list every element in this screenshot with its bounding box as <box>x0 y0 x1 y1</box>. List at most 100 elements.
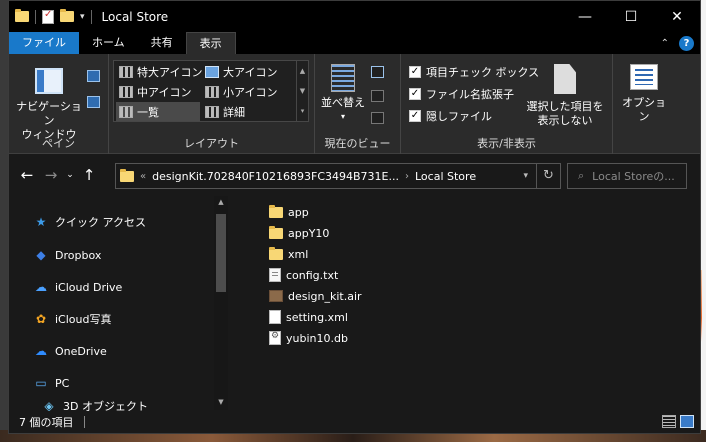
navigation-pane-scrollbar[interactable]: ▲ ▼ <box>214 196 228 410</box>
sort-by-label: 並べ替え <box>321 96 365 109</box>
checkbox-checked-icon[interactable]: ✓ <box>409 66 421 78</box>
scrollbar-thumb[interactable] <box>216 214 226 292</box>
content-area: ★ クイック アクセス ◆ Dropbox ☁ iCloud Drive ✿ i… <box>9 196 700 413</box>
layout-item-label: 中アイコン <box>137 85 192 99</box>
details-pane-icon[interactable] <box>87 96 100 108</box>
sidebar-item-pc[interactable]: ▭ PC <box>33 373 69 393</box>
group-options: オプション <box>613 54 675 154</box>
window-title: Local Store <box>101 9 169 24</box>
up-arrow-icon[interactable]: ↑ <box>77 166 101 184</box>
layout-item-label: 特大アイコン <box>137 65 203 79</box>
layout-details[interactable]: 詳細 <box>202 102 245 121</box>
toolbar-divider <box>35 9 36 24</box>
item-checkboxes-toggle[interactable]: ✓ 項目チェック ボックス <box>409 64 539 80</box>
large-icons-view-icon[interactable] <box>680 415 694 428</box>
list-item[interactable]: yubin10.db <box>269 329 348 347</box>
customize-toolbar-chevron-icon[interactable]: ▾ <box>80 12 85 22</box>
scroll-up-icon[interactable]: ▲ <box>214 198 228 206</box>
breadcrumb-separator[interactable]: › <box>405 171 409 182</box>
sidebar-item-icloud-drive[interactable]: ☁ iCloud Drive <box>33 277 122 297</box>
sidebar-item-onedrive[interactable]: ☁ OneDrive <box>33 341 107 361</box>
sidebar-item-dropbox[interactable]: ◆ Dropbox <box>33 245 101 265</box>
forward-arrow-icon[interactable]: → <box>39 166 63 184</box>
dropbox-icon: ◆ <box>36 248 46 262</box>
hide-selected-items-button[interactable]: 選択した項目を 表示しない <box>523 64 607 128</box>
layout-list[interactable]: 一覧 <box>116 102 200 121</box>
options-button[interactable]: オプション <box>619 64 669 124</box>
list-item[interactable]: app <box>269 203 309 221</box>
file-extensions-toggle[interactable]: ✓ ファイル名拡張子 <box>409 86 514 102</box>
details-view-icon[interactable] <box>662 415 676 428</box>
checkbox-checked-icon[interactable]: ✓ <box>409 88 421 100</box>
hidden-items-toggle[interactable]: ✓ 隠しファイル <box>409 108 492 124</box>
minimize-button[interactable]: — <box>562 1 608 32</box>
group-by-icon[interactable] <box>371 66 384 78</box>
sidebar-item-quick-access[interactable]: ★ クイック アクセス <box>33 212 146 232</box>
breadcrumb-overflow[interactable]: « <box>140 171 146 182</box>
navigation-pane-button[interactable]: ナビゲーション ウィンドウ <box>13 68 85 142</box>
recent-locations-chevron-icon[interactable]: ⌄ <box>63 170 77 180</box>
properties-icon[interactable] <box>42 9 54 24</box>
status-bar: 7 個の項目 <box>9 411 700 433</box>
layout-item-label: 小アイコン <box>223 85 278 99</box>
layout-medium-icons[interactable]: 中アイコン <box>116 82 191 101</box>
file-name: setting.xml <box>286 310 348 324</box>
folder-icon <box>15 9 29 22</box>
explorer-window: ▾ Local Store — ☐ ✕ ファイル ホーム 共有 表示 ⌃ ? ナ… <box>8 0 701 434</box>
breadcrumb-segment-current[interactable]: Local Store <box>415 170 476 183</box>
item-count: 7 個の項目 <box>19 416 74 429</box>
onedrive-icon: ☁ <box>35 344 47 358</box>
collapse-ribbon-icon[interactable]: ⌃ <box>661 38 669 49</box>
group-show-hide: ✓ 項目チェック ボックス ✓ ファイル名拡張子 ✓ 隠しファイル 選択した項目… <box>401 54 613 154</box>
large-icons-icon <box>205 65 219 78</box>
sort-icon <box>331 64 355 92</box>
back-arrow-icon[interactable]: ← <box>15 166 39 184</box>
tab-home[interactable]: ホーム <box>79 32 138 54</box>
folder-icon <box>269 246 283 260</box>
address-history-chevron-icon[interactable]: ▾ <box>523 164 528 188</box>
layout-gallery-scroll[interactable]: ▲ ▼ ▾ <box>296 61 308 121</box>
options-icon <box>630 64 658 90</box>
sidebar-item-label: PC <box>55 376 70 390</box>
tab-view[interactable]: 表示 <box>185 32 236 54</box>
list-item[interactable]: design_kit.air <box>269 287 362 305</box>
group-pane: ナビゲーション ウィンドウ ペイン <box>9 54 109 154</box>
layout-extra-large-icons[interactable]: 特大アイコン <box>116 62 202 81</box>
checkbox-checked-icon[interactable]: ✓ <box>409 110 421 122</box>
tab-file[interactable]: ファイル <box>9 32 79 54</box>
list-item[interactable]: appY10 <box>269 224 329 242</box>
sidebar-item-icloud-photos[interactable]: ✿ iCloud写真 <box>33 309 112 329</box>
close-button[interactable]: ✕ <box>654 1 700 32</box>
maximize-button[interactable]: ☐ <box>608 1 654 32</box>
scroll-down-icon[interactable]: ▼ <box>214 398 228 406</box>
size-columns-icon[interactable] <box>371 112 384 124</box>
new-folder-icon[interactable] <box>60 9 74 22</box>
air-package-icon <box>269 290 283 302</box>
sidebar-item-label: iCloud Drive <box>55 280 123 294</box>
sort-by-button[interactable]: 並べ替え ▾ <box>321 64 365 124</box>
help-icon[interactable]: ? <box>679 36 694 51</box>
refresh-icon[interactable]: ↻ <box>536 164 560 188</box>
file-list: app appY10 xml config.txt design_kit.air… <box>231 196 700 410</box>
list-item[interactable]: setting.xml <box>269 308 348 326</box>
icloud-photos-icon: ✿ <box>35 312 47 326</box>
window-controls: — ☐ ✕ <box>562 1 700 32</box>
group-label-current-view: 現在のビュー <box>324 137 391 150</box>
layout-large-icons[interactable]: 大アイコン <box>202 62 277 81</box>
hidden-items-label: 隠しファイル <box>426 110 492 123</box>
hide-selected-icon <box>554 64 576 94</box>
breadcrumb-segment[interactable]: designKit.702840F10216893FC3494B731E... <box>152 170 399 183</box>
search-box[interactable]: ⌕ Local Storeの... <box>567 163 687 189</box>
title-bar: ▾ Local Store — ☐ ✕ <box>9 1 700 32</box>
address-bar[interactable]: « designKit.702840F10216893FC3494B731E..… <box>115 163 561 189</box>
file-name: design_kit.air <box>288 289 362 303</box>
preview-pane-icon[interactable] <box>87 70 100 82</box>
list-item[interactable]: config.txt <box>269 266 338 284</box>
add-columns-icon[interactable] <box>371 90 384 102</box>
sidebar-item-label: Dropbox <box>55 248 102 262</box>
small-icons-icon <box>205 85 219 98</box>
tab-share[interactable]: 共有 <box>138 32 186 54</box>
layout-small-icons[interactable]: 小アイコン <box>202 82 277 101</box>
list-item[interactable]: xml <box>269 245 308 263</box>
group-label-show-hide: 表示/非表示 <box>477 137 536 150</box>
